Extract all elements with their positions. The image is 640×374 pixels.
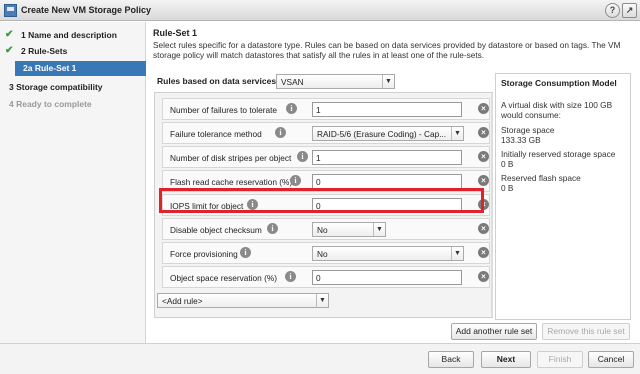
rule-row-disable-checksum: Disable object checksum i No ▼ × — [162, 218, 490, 240]
rule-row-failures-to-tolerate: Number of failures to tolerate i 1 × — [162, 98, 490, 120]
finish-button: Finish — [537, 351, 583, 368]
flash-read-cache-input[interactable]: 0 — [312, 174, 462, 189]
page-title: Rule-Set 1 — [153, 28, 198, 38]
force-provisioning-select[interactable]: No ▼ — [312, 246, 464, 261]
help-button[interactable]: ? — [605, 3, 620, 18]
remove-rule-icon[interactable]: × — [478, 223, 489, 234]
back-button[interactable]: Back — [428, 351, 474, 368]
consumption-intro: A virtual disk with size 100 GB would co… — [501, 100, 613, 120]
rules-based-on-label: Rules based on data services — [157, 76, 277, 86]
failures-to-tolerate-input[interactable]: 1 — [312, 102, 462, 117]
nav-step-ready-to-complete: 4 Ready to complete — [9, 99, 92, 109]
nav-step-storage-compatibility[interactable]: 3 Storage compatibility — [0, 80, 146, 95]
chevron-down-icon: ▼ — [451, 127, 463, 140]
nav-step-rule-set-1[interactable]: 2a Rule-Set 1 — [15, 61, 146, 76]
remove-rule-icon[interactable]: × — [478, 271, 489, 282]
storage-policy-icon — [4, 4, 17, 17]
info-icon[interactable]: i — [275, 127, 286, 138]
chevron-down-icon: ▼ — [373, 223, 385, 236]
checkmark-icon: ✔ — [5, 29, 14, 40]
main-content: Rule-Set 1 Select rules specific for a d… — [147, 22, 640, 343]
info-icon[interactable]: i — [285, 271, 296, 282]
chevron-down-icon: ▼ — [382, 75, 394, 88]
remove-rule-icon[interactable]: × — [478, 103, 489, 114]
remove-rule-icon[interactable]: × — [478, 127, 489, 138]
data-service-dropdown[interactable]: VSAN ▼ — [276, 74, 395, 89]
remove-rule-icon[interactable]: × — [478, 151, 489, 162]
object-space-reservation-input[interactable]: 0 — [312, 270, 462, 285]
storage-space-label: Storage space — [501, 125, 555, 135]
checkmark-icon: ✔ — [5, 45, 14, 56]
add-rule-dropdown[interactable]: <Add rule> ▼ — [157, 293, 329, 308]
storage-space-value: 133.33 GB — [501, 135, 541, 145]
remove-rule-icon[interactable]: × — [478, 247, 489, 258]
storage-consumption-panel: Storage Consumption Model A virtual disk… — [495, 73, 631, 320]
info-icon[interactable]: i — [297, 151, 308, 162]
wizard-footer: Back Next Finish Cancel — [0, 343, 640, 374]
consumption-title: Storage Consumption Model — [501, 78, 617, 88]
rule-row-object-space-reservation: Object space reservation (%) i 0 × — [162, 266, 490, 288]
info-icon[interactable]: i — [240, 247, 251, 258]
info-icon[interactable]: i — [267, 223, 278, 234]
next-button[interactable]: Next — [481, 351, 531, 368]
disk-stripes-input[interactable]: 1 — [312, 150, 462, 165]
reserved-storage-value: 0 B — [501, 159, 514, 169]
highlight-box — [159, 188, 484, 213]
chevron-down-icon: ▼ — [316, 294, 328, 307]
disable-checksum-select[interactable]: No ▼ — [312, 222, 386, 237]
info-icon[interactable]: i — [286, 103, 297, 114]
title-bar: Create New VM Storage Policy ? ↗ — [0, 0, 640, 21]
page-description: Select rules specific for a datastore ty… — [153, 40, 621, 60]
reserved-flash-value: 0 B — [501, 183, 514, 193]
scrollbar[interactable] — [491, 94, 493, 316]
window-title: Create New VM Storage Policy — [21, 5, 152, 15]
nav-step-rule-sets[interactable]: ✔ 2 Rule-Sets — [0, 44, 146, 59]
remove-rule-icon[interactable]: × — [478, 175, 489, 186]
chevron-down-icon: ▼ — [451, 247, 463, 260]
info-icon[interactable]: i — [290, 175, 301, 186]
add-rule-set-button[interactable]: Add another rule set — [451, 323, 537, 340]
nav-step-name-description[interactable]: ✔ 1 Name and description — [0, 28, 146, 43]
reserved-storage-label: Initially reserved storage space — [501, 149, 616, 159]
remove-rule-set-button: Remove this rule set — [542, 323, 630, 340]
rule-row-disk-stripes: Number of disk stripes per object i 1 × — [162, 146, 490, 168]
rule-row-force-provisioning: Force provisioning i No ▼ × — [162, 242, 490, 264]
rule-row-failure-tolerance-method: Failure tolerance method i RAID-5/6 (Era… — [162, 122, 490, 144]
reserved-flash-label: Reserved flash space — [501, 173, 581, 183]
failure-tolerance-method-select[interactable]: RAID-5/6 (Erasure Coding) - Cap... ▼ — [312, 126, 464, 141]
cancel-button[interactable]: Cancel — [588, 351, 634, 368]
wizard-nav: ✔ 1 Name and description ✔ 2 Rule-Sets 2… — [0, 22, 146, 343]
expand-icon[interactable]: ↗ — [622, 3, 637, 18]
